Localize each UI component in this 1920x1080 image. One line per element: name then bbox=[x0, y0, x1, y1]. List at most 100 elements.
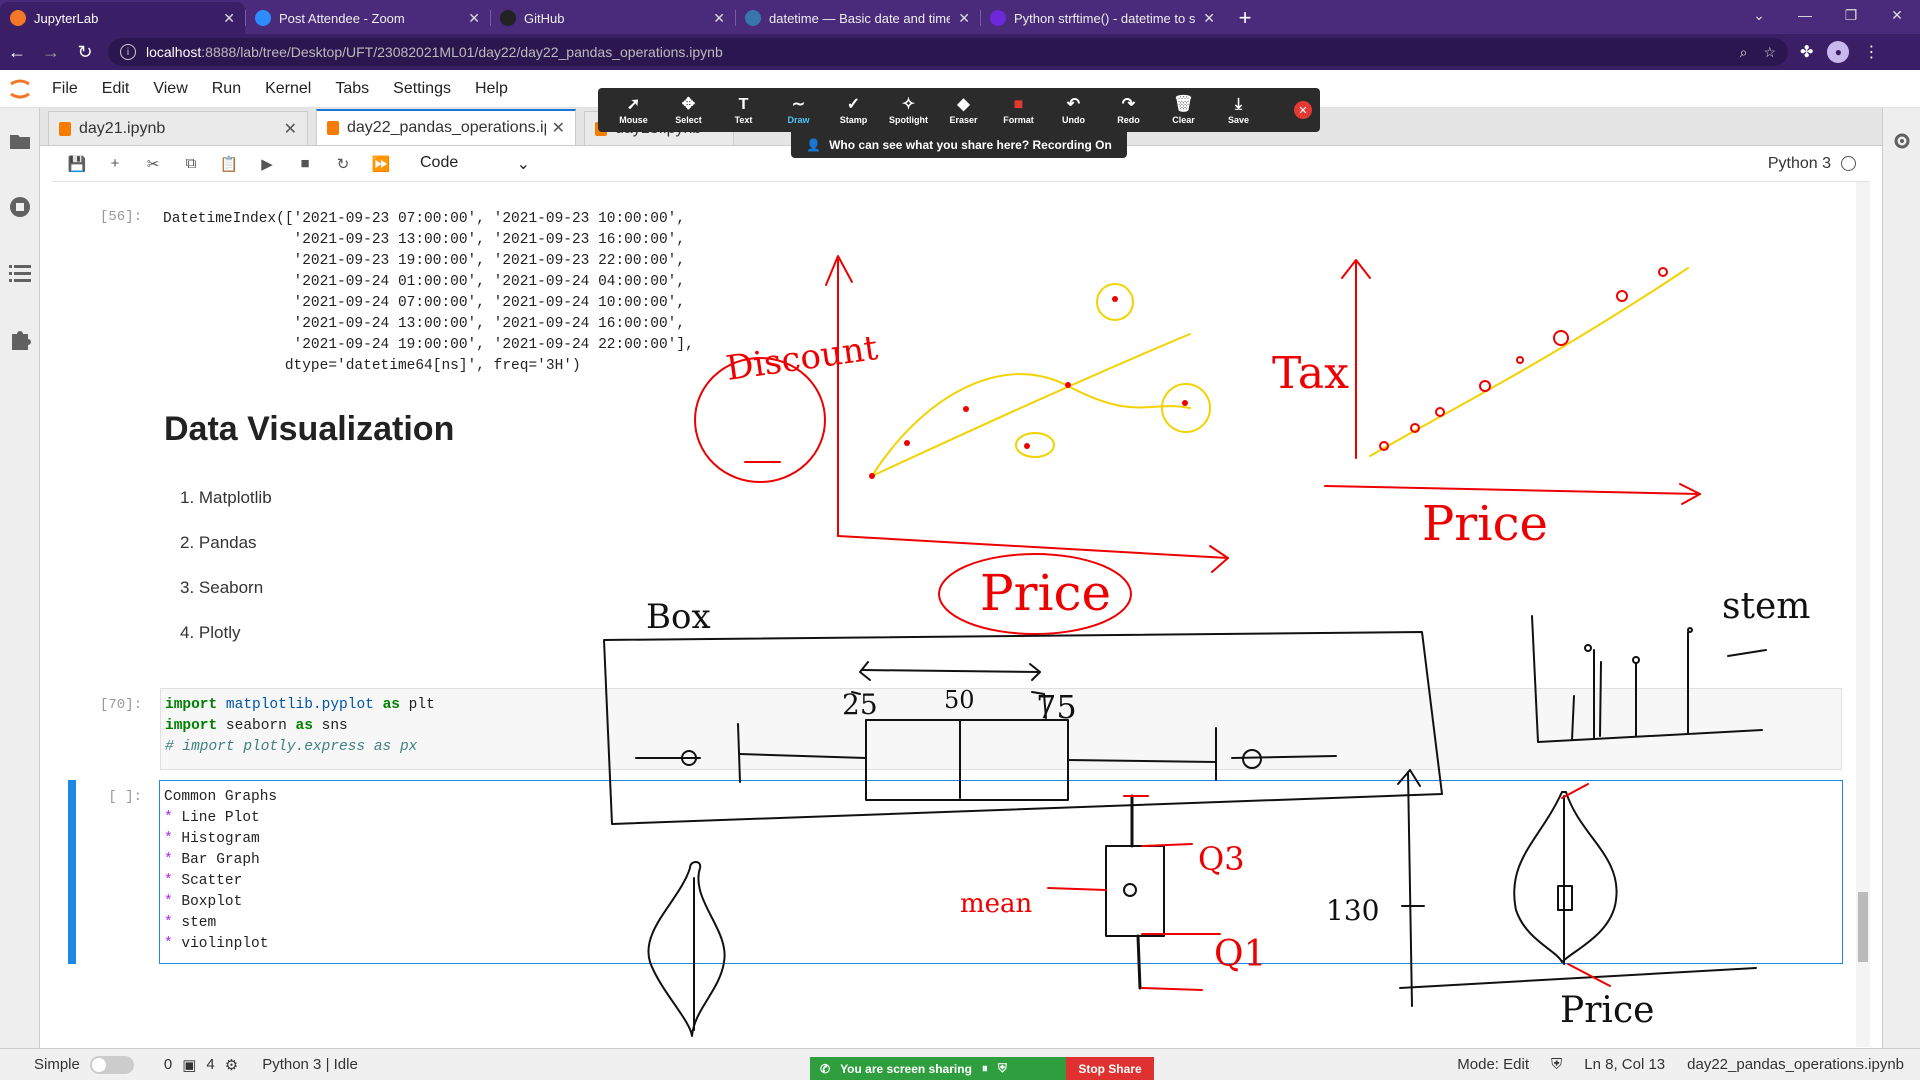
close-tab-icon[interactable]: ✕ bbox=[284, 119, 297, 139]
run-icon[interactable]: ▶ bbox=[248, 150, 286, 178]
menu-file[interactable]: File bbox=[40, 80, 90, 98]
save-icon[interactable]: 💾 bbox=[58, 150, 96, 178]
url-field[interactable]: i localhost:8888/lab/tree/Desktop/UFT/23… bbox=[108, 38, 1788, 66]
close-tab-icon[interactable]: ✕ bbox=[958, 10, 970, 27]
zoom-tool-label: Spotlight bbox=[889, 115, 928, 125]
menu-edit[interactable]: Edit bbox=[90, 80, 142, 98]
zoom-tool-select[interactable]: ✥ Select bbox=[661, 95, 716, 125]
cell-line: * Scatter bbox=[164, 873, 243, 889]
menu-run[interactable]: Run bbox=[200, 80, 253, 98]
menu-help[interactable]: Help bbox=[463, 80, 520, 98]
stop-share-button[interactable]: Stop Share bbox=[1066, 1057, 1154, 1080]
zoom-tool-spotlight[interactable]: ✧ Spotlight bbox=[881, 95, 936, 125]
folder-icon[interactable] bbox=[0, 108, 40, 174]
profile-avatar[interactable]: ● bbox=[1827, 41, 1850, 63]
simple-mode-label: Simple bbox=[34, 1056, 80, 1073]
chevron-down-icon: ⌄ bbox=[516, 155, 530, 173]
terminals-count[interactable]: 0 bbox=[164, 1056, 172, 1073]
interrupt-icon[interactable]: ■ bbox=[286, 150, 324, 178]
phone-icon: ✆ bbox=[820, 1061, 831, 1076]
close-tab-icon[interactable]: ✕ bbox=[552, 118, 565, 138]
keyword: import bbox=[165, 718, 218, 734]
notebook-tab-day22[interactable]: day22_pandas_operations.ipynb ✕ bbox=[316, 109, 576, 145]
cell-type-select[interactable]: Code ⌄ bbox=[420, 154, 530, 174]
cell-line: * Boxplot bbox=[164, 894, 243, 910]
cut-icon[interactable]: ✂ bbox=[134, 150, 172, 178]
zoom-tool-redo[interactable]: ↷ Redo bbox=[1101, 95, 1156, 125]
browser-tab-strftime[interactable]: Python strftime() - datetime to st ✕ bbox=[980, 2, 1225, 34]
notebook-tab-day21[interactable]: day21.ipynb ✕ bbox=[48, 111, 308, 145]
zoom-tool-eraser[interactable]: ◆ Eraser bbox=[936, 95, 991, 125]
kernels-count[interactable]: 4 bbox=[206, 1056, 214, 1073]
browser-tab-github[interactable]: GitHub ✕ bbox=[490, 2, 735, 34]
close-annotation-icon[interactable]: ✕ bbox=[1294, 101, 1312, 119]
paste-icon[interactable]: 📋 bbox=[210, 150, 248, 178]
close-window-button[interactable]: ✕ bbox=[1874, 0, 1920, 30]
zoom-tool-text[interactable]: T Text bbox=[716, 95, 771, 125]
browser-tab-zoom[interactable]: Post Attendee - Zoom ✕ bbox=[245, 2, 490, 34]
kernel-indicator[interactable]: Python 3 bbox=[1768, 155, 1870, 173]
bookmark-star-icon[interactable]: ☆ bbox=[1763, 44, 1776, 61]
zoom-tool-stamp[interactable]: ✓ Stamp bbox=[826, 95, 881, 125]
running-kernels-icon[interactable] bbox=[0, 174, 40, 240]
forward-button[interactable]: → bbox=[34, 37, 68, 67]
close-tab-icon[interactable]: ✕ bbox=[223, 10, 235, 27]
code-comment: # import plotly.express as px bbox=[165, 739, 418, 755]
scrollbar[interactable] bbox=[1856, 182, 1870, 1047]
table-of-contents-icon[interactable] bbox=[0, 240, 40, 306]
menu-tabs[interactable]: Tabs bbox=[323, 80, 381, 98]
menu-kernel[interactable]: Kernel bbox=[253, 80, 323, 98]
zoom-tool-save[interactable]: ⤓ Save bbox=[1211, 95, 1266, 125]
menu-view[interactable]: View bbox=[141, 80, 199, 98]
recording-notice-text: Who can see what you share here? Recordi… bbox=[829, 138, 1112, 152]
simple-mode-toggle[interactable] bbox=[89, 1055, 134, 1074]
undo-icon: ↶ bbox=[1066, 96, 1081, 113]
zoom-tool-clear[interactable]: 🗑 Clear bbox=[1156, 95, 1211, 125]
kernel-status[interactable]: Python 3 | Idle bbox=[262, 1056, 358, 1073]
screen-sharing-indicator[interactable]: ✆ You are screen sharing ⏸ ⛨ bbox=[810, 1057, 1066, 1080]
site-info-icon[interactable]: i bbox=[120, 44, 136, 60]
browser-menu-icon[interactable]: ⋮ bbox=[1863, 42, 1879, 62]
property-inspector-gear-icon[interactable] bbox=[1883, 108, 1920, 174]
zoom-tool-draw[interactable]: ∼ Draw bbox=[771, 95, 826, 125]
zoom-icon[interactable]: ⌕ bbox=[1740, 44, 1748, 61]
zoom-tool-format[interactable]: ■ Format bbox=[991, 95, 1046, 125]
back-button[interactable]: ← bbox=[0, 37, 34, 67]
url-path: :8888/lab/tree/Desktop/UFT/23082021ML01/… bbox=[201, 44, 723, 60]
markdown-list: 1. Matplotlib 2. Pandas 3. Seaborn 4. Pl… bbox=[180, 488, 272, 668]
shield-icon[interactable]: ⛨ bbox=[1551, 1056, 1562, 1073]
zoom-tool-undo[interactable]: ↶ Undo bbox=[1046, 95, 1101, 125]
close-tab-icon[interactable]: ✕ bbox=[1203, 10, 1215, 27]
alias: sns bbox=[321, 718, 348, 734]
extensions-puzzle-icon[interactable] bbox=[0, 306, 40, 372]
zoom-tool-mouse[interactable]: ➚ Mouse bbox=[606, 95, 661, 125]
spotlight-icon: ✧ bbox=[901, 96, 916, 113]
close-tab-icon[interactable]: ✕ bbox=[713, 10, 725, 27]
insert-cell-icon[interactable]: + bbox=[96, 150, 134, 178]
cursor-position[interactable]: Ln 8, Col 13 bbox=[1584, 1056, 1665, 1073]
browser-tab-label: Post Attendee - Zoom bbox=[279, 10, 405, 26]
reload-button[interactable]: ↻ bbox=[68, 37, 102, 67]
extensions-icon[interactable]: ✤ bbox=[1800, 42, 1813, 62]
clear-icon: 🗑 bbox=[1173, 96, 1194, 113]
pause-icon[interactable]: ⏸ bbox=[982, 1061, 988, 1076]
zoom-recording-notice[interactable]: 👤 Who can see what you share here? Recor… bbox=[791, 132, 1127, 158]
fast-forward-icon[interactable]: ⏩ bbox=[362, 150, 400, 178]
restart-icon[interactable]: ↻ bbox=[324, 150, 362, 178]
browser-tab-datetime[interactable]: datetime — Basic date and time ✕ bbox=[735, 2, 980, 34]
notebook-content[interactable]: [56]: DatetimeIndex(['2021-09-23 07:00:0… bbox=[52, 182, 1870, 1047]
cell-type-value: Code bbox=[420, 153, 459, 171]
minimize-button[interactable]: — bbox=[1782, 0, 1828, 30]
list-item: 3. Seaborn bbox=[180, 578, 264, 597]
browser-tab-jupyterlab[interactable]: JupyterLab ✕ bbox=[0, 2, 245, 34]
code-cell[interactable]: import matplotlib.pyplot as plt import s… bbox=[160, 688, 1842, 770]
restore-button[interactable]: ❐ bbox=[1828, 0, 1874, 30]
scrollbar-thumb[interactable] bbox=[1858, 892, 1868, 962]
zoom-share-bar: ✆ You are screen sharing ⏸ ⛨ Stop Share bbox=[810, 1057, 1154, 1080]
menu-settings[interactable]: Settings bbox=[381, 80, 463, 98]
copy-icon[interactable]: ⧉ bbox=[172, 150, 210, 178]
close-tab-icon[interactable]: ✕ bbox=[468, 10, 480, 27]
new-tab-button[interactable]: + bbox=[1225, 2, 1265, 34]
tab-search-icon[interactable]: ⌄ bbox=[1736, 0, 1782, 30]
editing-cell[interactable]: Common Graphs * Line Plot * Histogram * … bbox=[159, 780, 1843, 964]
